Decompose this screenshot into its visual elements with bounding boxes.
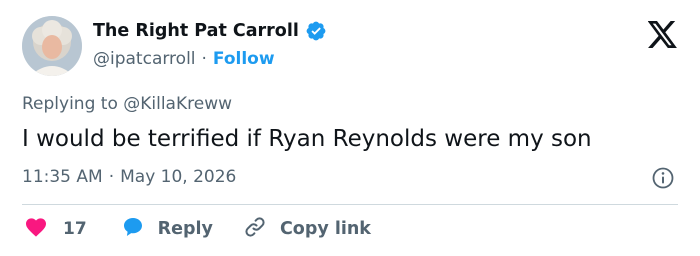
- timestamp-separator: ·: [108, 167, 115, 187]
- copy-link-label: Copy link: [279, 219, 371, 239]
- info-icon[interactable]: [651, 166, 675, 190]
- tweet-date: May 10, 2026: [120, 167, 237, 187]
- avatar[interactable]: [22, 16, 82, 76]
- follow-button[interactable]: Follow: [213, 49, 275, 69]
- heart-icon: [24, 215, 48, 243]
- copy-link-button[interactable]: Copy link: [243, 215, 371, 243]
- link-icon: [243, 215, 267, 243]
- replying-to: Replying to @KillaKreww: [22, 94, 233, 114]
- tweet-text: I would be terrified if Ryan Reynolds we…: [22, 126, 592, 152]
- divider: [22, 204, 678, 205]
- author-handle[interactable]: @ipatcarroll: [93, 49, 196, 69]
- author-handle-row: @ipatcarroll · Follow: [93, 49, 275, 69]
- likes-count: 17: [63, 219, 87, 239]
- reply-label: Reply: [157, 219, 213, 239]
- tweet-time: 11:35 AM: [22, 167, 103, 187]
- reply-button[interactable]: Reply: [121, 215, 213, 243]
- avatar-image: [22, 16, 82, 76]
- like-button[interactable]: 17: [24, 215, 87, 243]
- reply-bubble-icon: [121, 215, 145, 243]
- author-name[interactable]: The Right Pat Carroll: [93, 21, 299, 41]
- x-logo-icon[interactable]: [647, 21, 678, 48]
- author-name-row: The Right Pat Carroll: [93, 20, 327, 42]
- action-bar: 17 Reply Copy link: [24, 217, 371, 241]
- separator-dot: ·: [201, 49, 207, 69]
- verified-badge-icon: [305, 20, 327, 42]
- timestamp[interactable]: 11:35 AM · May 10, 2026: [22, 167, 236, 187]
